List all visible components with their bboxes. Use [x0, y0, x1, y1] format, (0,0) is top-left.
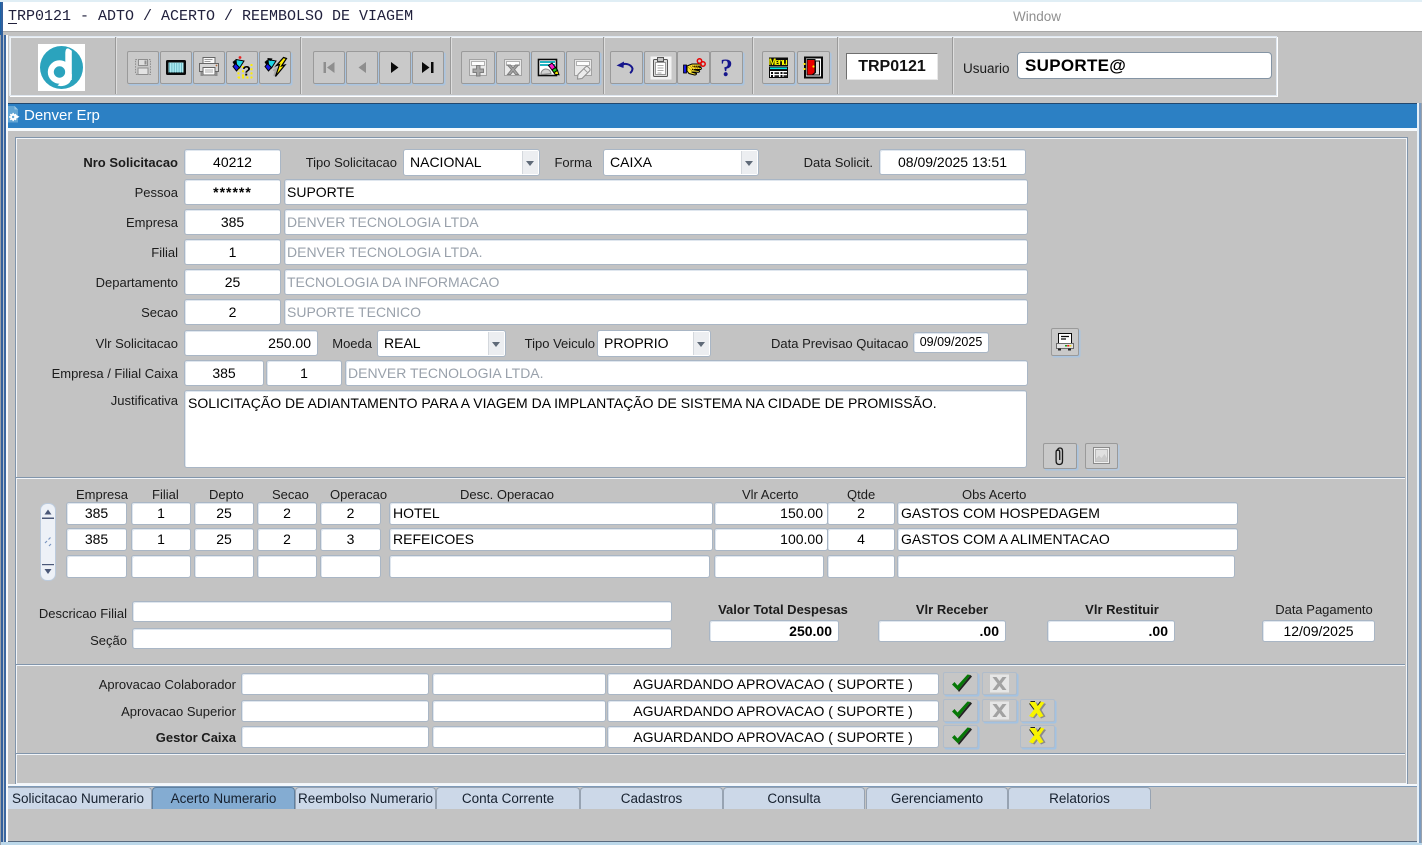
- svg-text:Menu: Menu: [769, 57, 788, 67]
- svg-text:?: ?: [720, 55, 733, 82]
- svg-text:?: ?: [242, 63, 251, 79]
